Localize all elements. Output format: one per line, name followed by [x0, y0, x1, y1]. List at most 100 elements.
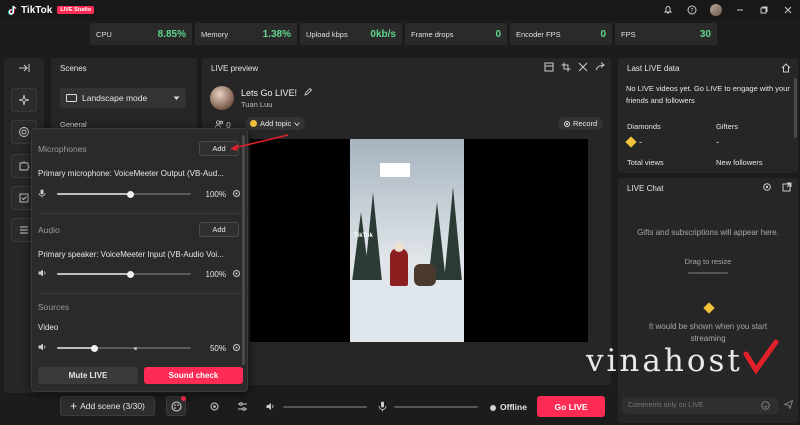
last-live-title: Last LIVE data: [627, 64, 680, 73]
minimize-icon[interactable]: [728, 0, 752, 20]
comment-input[interactable]: Comments only on LIVE: [622, 397, 778, 414]
landscape-mode-dropdown[interactable]: Landscape mode: [60, 88, 186, 108]
diamonds-number: -: [639, 137, 642, 147]
video-volume-row: 50%: [38, 342, 241, 354]
last-live-data-panel: Last LIVE data No LIVE videos yet. Go LI…: [618, 58, 798, 173]
slider-knob[interactable]: [127, 270, 135, 278]
svg-text:?: ?: [690, 7, 693, 14]
live-chat-panel: LIVE Chat Gifts and subscriptions will a…: [618, 178, 798, 423]
slider-fill: [57, 273, 131, 275]
video-volume-slider[interactable]: [57, 344, 192, 352]
microphone-volume-slider[interactable]: [57, 190, 192, 198]
emoji-icon[interactable]: [761, 401, 770, 412]
live-title-text: Lets Go LIVE!: [241, 88, 298, 98]
add-scene-button[interactable]: + Add scene (3/30): [60, 396, 155, 416]
host-name: Tuan Luu: [241, 100, 273, 109]
host-avatar[interactable]: [210, 86, 234, 110]
add-topic-button[interactable]: Add topic: [245, 117, 306, 130]
microphone-icon[interactable]: [378, 401, 387, 415]
gear-icon[interactable]: [232, 269, 241, 280]
topic-icon: [250, 120, 257, 127]
status-indicator: [490, 405, 496, 411]
bell-icon[interactable]: [656, 0, 680, 20]
stat-value: 0: [495, 28, 501, 40]
effects-icon[interactable]: [11, 88, 37, 112]
gear-icon[interactable]: [232, 343, 241, 354]
input-volume-slider[interactable]: [394, 406, 478, 408]
stat-label: Upload kbps: [306, 29, 348, 39]
go-live-button[interactable]: Go LIVE: [537, 396, 605, 417]
layout-icon[interactable]: [544, 62, 554, 74]
restore-icon[interactable]: [752, 0, 776, 20]
profile-avatar[interactable]: [704, 0, 728, 20]
stream-control-bar: Offline Go LIVE: [202, 393, 611, 421]
tools-icon[interactable]: [578, 62, 588, 74]
video-canvas[interactable]: TikTok: [250, 139, 588, 342]
output-volume-slider[interactable]: [283, 406, 367, 408]
collapse-icon[interactable]: [18, 63, 30, 75]
stat-frame-drops: Frame drops 0: [405, 23, 507, 45]
slider-knob[interactable]: [127, 190, 135, 198]
video-frame: TikTok: [350, 139, 464, 342]
chevron-down-icon: [294, 121, 301, 126]
send-icon[interactable]: [782, 399, 794, 411]
add-topic-label: Add topic: [260, 119, 292, 128]
theme-button[interactable]: [166, 396, 186, 416]
edit-icon[interactable]: [303, 87, 312, 96]
drag-to-resize-label: Drag to resize: [684, 257, 732, 266]
gifts-placeholder: Gifts and subscriptions will appear here…: [637, 228, 779, 237]
app-logo: TikTok LIVE Studio: [7, 4, 95, 16]
home-icon[interactable]: [781, 63, 791, 75]
speaker-icon[interactable]: [38, 343, 51, 353]
primary-speaker-label: Primary speaker: VoiceMeeter Input (VB-A…: [38, 250, 224, 259]
primary-microphone-label: Primary microphone: VoiceMeeter Output (…: [38, 169, 224, 178]
sound-check-button[interactable]: Sound check: [144, 367, 243, 384]
gear-icon[interactable]: [762, 182, 772, 194]
stat-value: 0kb/s: [370, 28, 396, 40]
app-name: TikTok: [21, 4, 53, 16]
preview-tools: [544, 62, 605, 74]
record-button[interactable]: Record: [558, 117, 604, 130]
diamond-icon: [625, 136, 637, 148]
diamonds-label: Diamonds: [627, 122, 661, 131]
help-icon[interactable]: ?: [680, 0, 704, 20]
share-icon[interactable]: [595, 62, 605, 74]
reindeer-figure: [414, 264, 436, 286]
gifters-value: -: [716, 137, 719, 147]
chat-empty-line1: It would be shown when you start: [648, 322, 768, 331]
scenes-title: Scenes: [60, 64, 87, 73]
speaker-volume-value: 100%: [205, 269, 226, 279]
popup-scrollbar[interactable]: [242, 135, 245, 365]
tiktok-logo-icon: [8, 5, 17, 15]
vinahost-watermark: vinahost: [586, 343, 743, 379]
stat-label: FPS: [621, 29, 636, 39]
speaker-volume-slider[interactable]: [57, 270, 192, 278]
speaker-icon[interactable]: [38, 269, 51, 279]
tiktok-live-studio: TikTok LIVE Studio ? CPU 8.85% Memory 1.…: [0, 0, 800, 425]
resize-handle[interactable]: [688, 272, 728, 274]
gifters-label: Gifters: [716, 122, 739, 131]
microphone-icon[interactable]: [38, 189, 51, 200]
stat-fps: FPS 30: [615, 23, 717, 45]
gear-icon[interactable]: [232, 189, 241, 200]
speaker-icon[interactable]: [266, 402, 276, 414]
chat-tools: [762, 182, 792, 194]
stat-value: 0: [600, 28, 606, 40]
slider-knob[interactable]: [91, 344, 99, 352]
record-icon: [564, 120, 570, 127]
santa-face: [394, 242, 404, 252]
settings-icon[interactable]: [209, 401, 220, 415]
notification-dot: [181, 396, 186, 401]
stat-encoder-fps: Encoder FPS 0: [510, 23, 612, 45]
live-title[interactable]: Lets Go LIVE!: [241, 87, 312, 98]
mute-live-button[interactable]: Mute LIVE: [38, 367, 138, 384]
crop-icon[interactable]: [561, 62, 571, 74]
stat-label: Encoder FPS: [516, 29, 561, 39]
popout-icon[interactable]: [782, 182, 792, 194]
scrollbar[interactable]: [794, 78, 797, 138]
add-audio-button[interactable]: Add: [199, 222, 239, 237]
close-icon[interactable]: [776, 0, 800, 20]
stat-value: 8.85%: [157, 28, 186, 40]
sliders-icon[interactable]: [237, 401, 248, 415]
microphones-heading: Microphones: [38, 144, 87, 154]
